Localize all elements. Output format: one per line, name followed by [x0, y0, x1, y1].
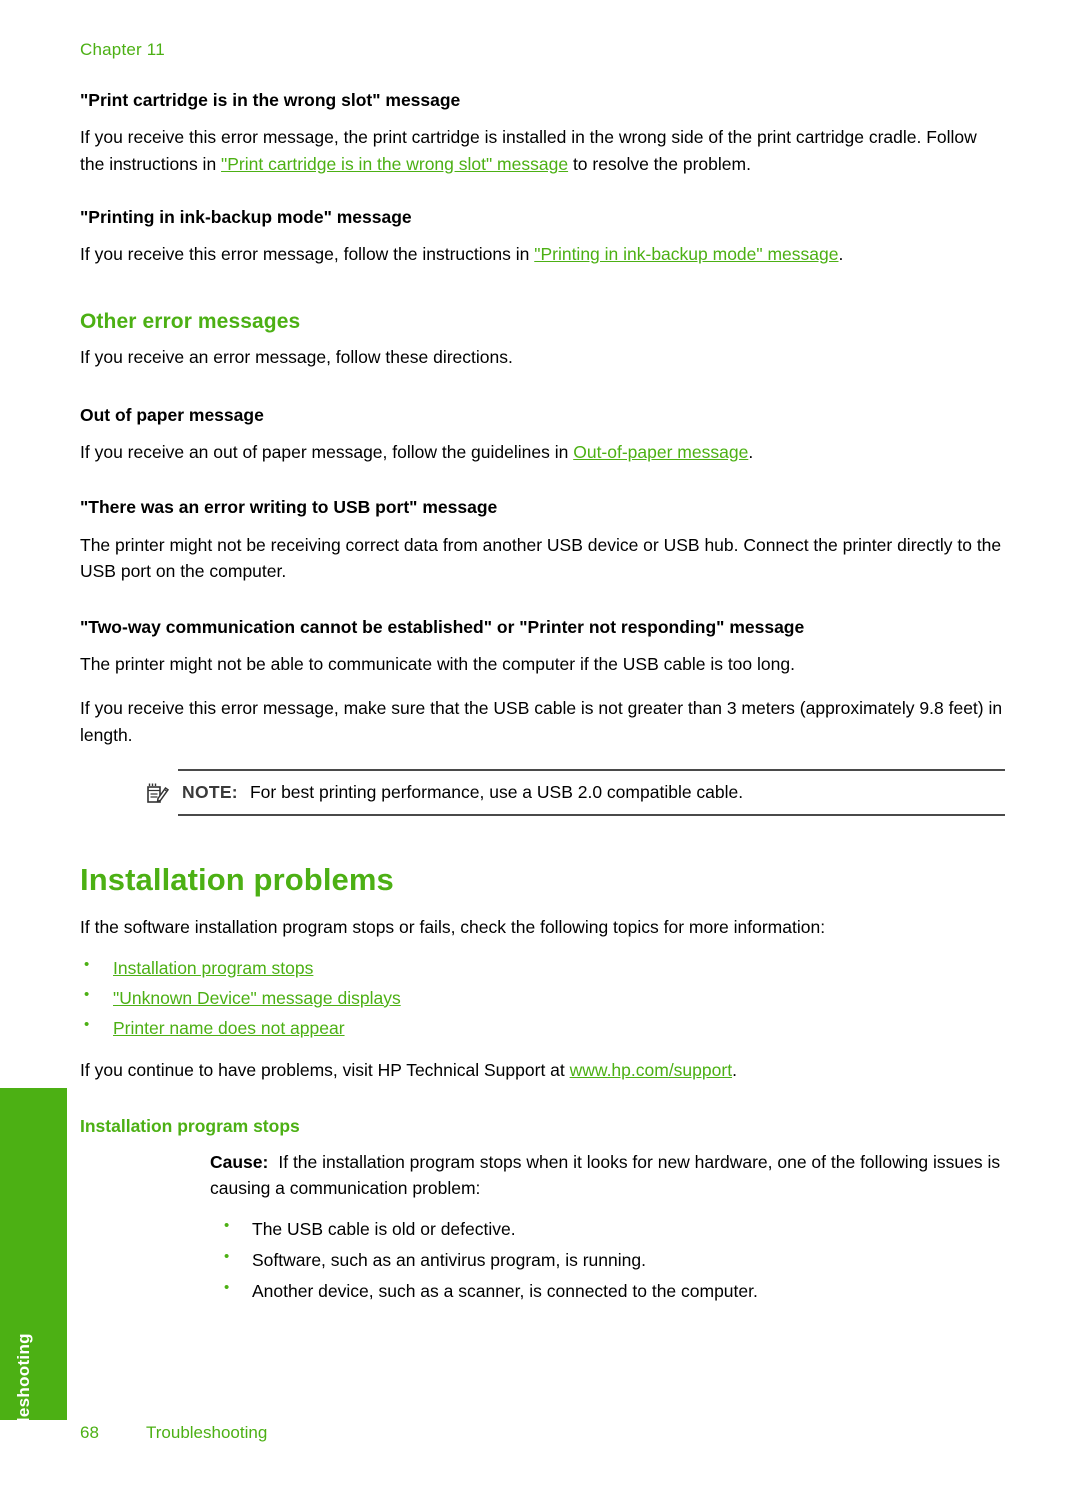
- paragraph-two-way-1: The printer might not be able to communi…: [80, 653, 795, 674]
- list-item: Printer name does not appear: [80, 1012, 1005, 1043]
- link-printer-name-does-not-appear[interactable]: Printer name does not appear: [113, 1018, 345, 1038]
- paragraph-two-way-2: If you receive this error message, make …: [80, 698, 1003, 746]
- heading-ink-backup-message: "Printing in ink-backup mode" message: [80, 207, 412, 228]
- paragraph-cause: Cause: If the installation program stops …: [210, 1149, 1005, 1202]
- document-page: Chapter 11 "Print cartridge is in the wr…: [0, 0, 1080, 1495]
- link-wrong-slot-message[interactable]: "Print cartridge is in the wrong slot" m…: [221, 154, 568, 174]
- heading-installation-problems: Installation problems: [80, 862, 394, 898]
- heading-two-way-communication-message: "Two-way communication cannot be establi…: [80, 616, 805, 637]
- text-out-of-paper-part1: If you receive an out of paper message, …: [80, 441, 574, 462]
- paragraph-wrong-slot: If you receive this error message, the p…: [80, 124, 1005, 177]
- page-content: "Print cartridge is in the wrong slot" m…: [80, 88, 1005, 1319]
- link-ink-backup-message[interactable]: "Printing in ink-backup mode" message: [534, 244, 838, 264]
- heading-wrong-slot-message: "Print cartridge is in the wrong slot" m…: [80, 90, 461, 110]
- paragraph-installation-intro: If the software installation program sto…: [80, 917, 826, 938]
- note-pencil-icon: [146, 781, 170, 805]
- cause-issues-list: The USB cable is old or defective. Softw…: [210, 1213, 1005, 1307]
- heading-usb-port-error-message: "There was an error writing to USB port"…: [80, 497, 498, 518]
- cause-label: Cause:: [210, 1151, 269, 1172]
- link-out-of-paper-message[interactable]: Out-of-paper message: [573, 442, 748, 462]
- heading-other-error-messages: Other error messages: [80, 310, 301, 334]
- cause-block: Cause: If the installation program stops …: [210, 1149, 1005, 1308]
- text-wrong-slot-part2: to resolve the problem.: [568, 153, 751, 174]
- text-support-part2: .: [732, 1060, 737, 1081]
- heading-installation-program-stops: Installation program stops: [80, 1115, 300, 1136]
- footer-section-label: Troubleshooting: [146, 1423, 268, 1442]
- note-content: NOTE: For best printing performance, use …: [178, 780, 1005, 805]
- side-tab-label: Troubleshooting: [13, 1333, 33, 1471]
- list-item: Another device, such as a scanner, is co…: [210, 1275, 1005, 1307]
- paragraph-usb-port-error: The printer might not be receiving corre…: [80, 534, 1002, 582]
- paragraph-other-error-intro: If you receive an error message, follow …: [80, 347, 513, 368]
- heading-out-of-paper-message: Out of paper message: [80, 404, 264, 425]
- link-unknown-device-message[interactable]: "Unknown Device" message displays: [113, 988, 401, 1008]
- note-text: For best printing performance, use a USB…: [249, 781, 744, 802]
- list-item: Software, such as an antivirus program, …: [210, 1244, 1005, 1276]
- chapter-running-header: Chapter 11: [80, 40, 165, 59]
- side-tab-troubleshooting: Troubleshooting: [0, 1088, 67, 1471]
- link-installation-program-stops[interactable]: Installation program stops: [113, 958, 313, 978]
- text-support-part1: If you continue to have problems, visit …: [80, 1060, 570, 1081]
- list-item: The USB cable is old or defective.: [210, 1213, 1005, 1245]
- page-footer: 68 Troubleshooting: [80, 1423, 267, 1443]
- installation-topics-list: Installation program stops "Unknown Devi…: [80, 952, 1005, 1043]
- footer-page-number: 68: [80, 1423, 99, 1442]
- list-item: Installation program stops: [80, 952, 1005, 983]
- link-hp-support-url[interactable]: www.hp.com/support: [570, 1060, 732, 1080]
- note-box: NOTE: For best printing performance, use …: [147, 768, 1005, 817]
- note-label: NOTE:: [182, 781, 238, 802]
- cause-text: If the installation program stops when i…: [210, 1151, 1001, 1199]
- paragraph-ink-backup: If you receive this error message, follo…: [80, 241, 1005, 268]
- text-ink-backup-part2: .: [838, 244, 844, 265]
- paragraph-hp-support: If you continue to have problems, visit …: [80, 1057, 1005, 1084]
- text-out-of-paper-part2: .: [748, 441, 754, 462]
- paragraph-out-of-paper: If you receive an out of paper message, …: [80, 439, 1005, 466]
- list-item: "Unknown Device" message displays: [80, 982, 1005, 1013]
- text-ink-backup-part1: If you receive this error message, follo…: [80, 244, 535, 265]
